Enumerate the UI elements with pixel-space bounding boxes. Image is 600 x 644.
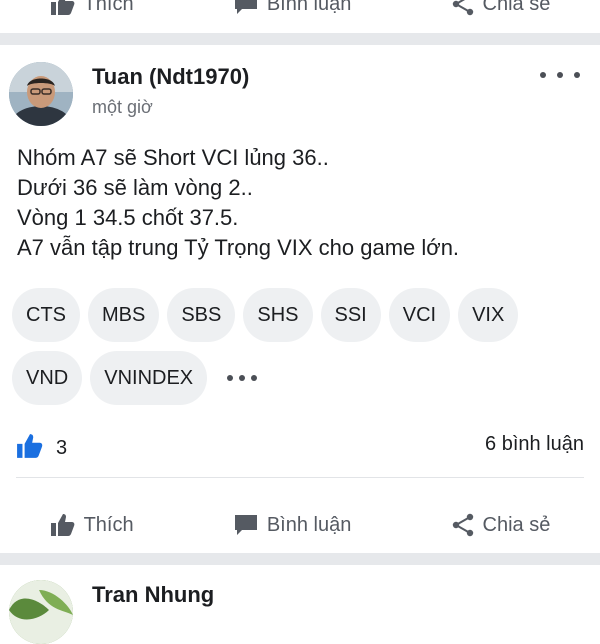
more-tags-button[interactable] <box>227 351 258 405</box>
tag-chip[interactable]: VIX <box>458 288 519 342</box>
more-dot <box>251 375 258 381</box>
tag-row: VND VNINDEX <box>12 351 592 405</box>
share-icon <box>451 0 475 16</box>
share-button[interactable]: Chia sẻ <box>451 0 551 16</box>
post-separator <box>0 33 600 45</box>
post-content: Nhóm A7 sẽ Short VCI lủng 36.. Dưới 36 s… <box>17 143 459 263</box>
share-label: Chia sẻ <box>482 0 551 15</box>
post-separator <box>0 553 600 565</box>
like-button[interactable]: Thích <box>50 513 134 537</box>
tag-chip[interactable]: SHS <box>243 288 313 342</box>
post-line: Nhóm A7 sẽ Short VCI lủng 36.. <box>17 145 329 170</box>
like-button[interactable]: Thích <box>50 0 134 16</box>
post-action-bar: Thích Bình luận Chia sẻ <box>0 493 600 557</box>
tag-chip[interactable]: SBS <box>167 288 236 342</box>
thumbs-up-icon <box>50 513 76 537</box>
post-line: Vòng 1 34.5 chốt 37.5. <box>17 205 239 230</box>
tag-row: CTS MBS SBS SHS SSI VCI VIX <box>12 288 592 342</box>
tag-chip[interactable]: MBS <box>88 288 160 342</box>
previous-post-action-bar: Thích Bình luận Chia sẻ <box>0 0 600 36</box>
like-label: Thích <box>83 513 134 536</box>
more-dot <box>239 375 246 381</box>
share-label: Chia sẻ <box>482 513 551 536</box>
comment-icon <box>233 0 259 16</box>
more-dot <box>574 72 580 78</box>
author-avatar[interactable] <box>9 62 73 126</box>
post-line: Dưới 36 sẽ làm vòng 2.. <box>17 175 253 200</box>
more-options-button[interactable] <box>540 65 580 85</box>
tag-chip[interactable]: VCI <box>388 288 451 342</box>
tag-chip[interactable]: VND <box>12 351 83 405</box>
like-count: 3 <box>56 437 68 459</box>
share-button[interactable]: Chia sẻ <box>451 513 551 537</box>
comment-icon <box>233 513 259 537</box>
reactions-summary[interactable]: 3 <box>16 433 67 464</box>
comment-button[interactable]: Bình luận <box>233 0 352 16</box>
share-icon <box>451 513 475 537</box>
post-timestamp: một giờ <box>92 97 153 117</box>
divider <box>16 477 584 478</box>
post-line: A7 vẫn tập trung Tỷ Trọng VIX cho game l… <box>17 235 460 260</box>
thumbs-up-icon <box>16 433 44 464</box>
comment-count[interactable]: 6 bình luận <box>485 433 584 456</box>
thumbs-up-icon <box>50 0 76 16</box>
more-dot <box>540 72 546 78</box>
comment-label: Bình luận <box>266 0 352 15</box>
comment-button[interactable]: Bình luận <box>233 513 352 537</box>
tag-chip[interactable]: VNINDEX <box>90 351 208 405</box>
more-dot <box>227 375 234 381</box>
comment-label: Bình luận <box>266 513 352 536</box>
author-name[interactable]: Tuan (Ndt1970) <box>92 64 249 90</box>
like-label: Thích <box>83 0 134 15</box>
next-author-name[interactable]: Tran Nhung <box>92 582 214 608</box>
stock-tags: CTS MBS SBS SHS SSI VCI VIX VND VNINDEX <box>12 288 592 414</box>
more-dot <box>557 72 563 78</box>
next-author-avatar[interactable] <box>9 580 73 644</box>
tag-chip[interactable]: CTS <box>12 288 80 342</box>
tag-chip[interactable]: SSI <box>320 288 381 342</box>
